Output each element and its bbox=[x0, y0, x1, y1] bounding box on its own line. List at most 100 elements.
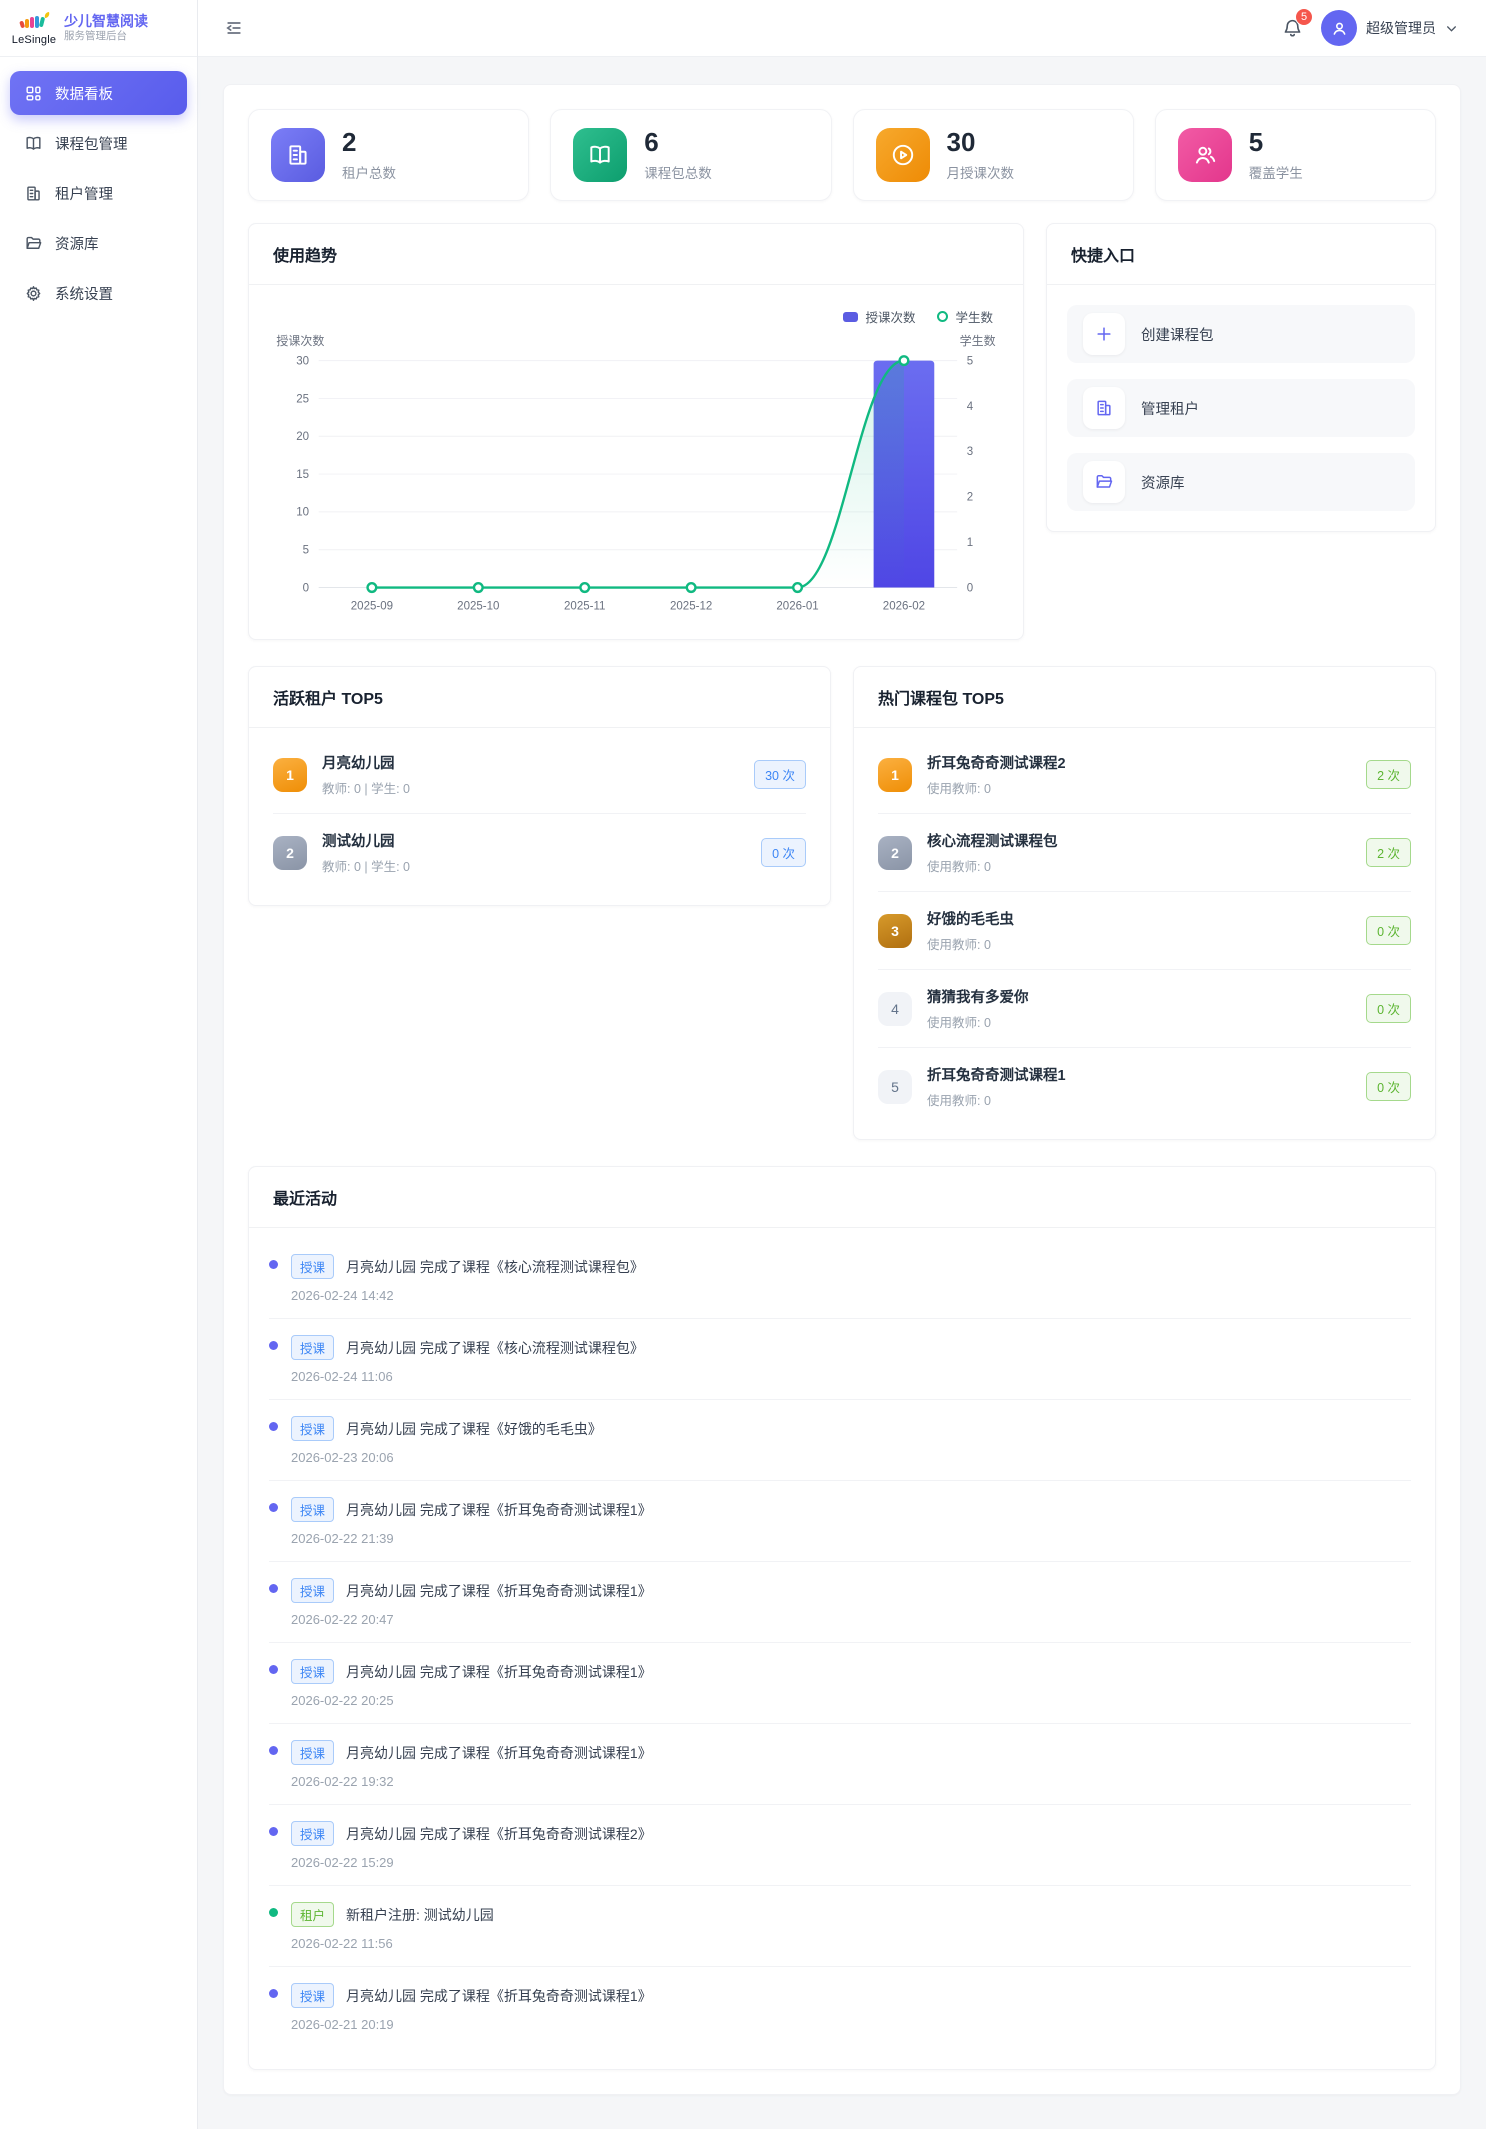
legend-item-lessons[interactable]: 授课次数 bbox=[843, 307, 915, 326]
sidebar-collapse-button[interactable] bbox=[220, 14, 248, 42]
sidebar-item-label: 资源库 bbox=[55, 233, 99, 254]
svg-text:3: 3 bbox=[967, 446, 973, 458]
activity-time: 2026-02-22 15:29 bbox=[291, 1855, 1411, 1870]
hot-courses-card: 热门课程包 TOP5 1 折耳兔奇奇测试课程2 使用教师: 0 2 次 bbox=[853, 666, 1436, 1140]
sidebar-item-label: 数据看板 bbox=[55, 83, 113, 104]
chart-legend: 授课次数 学生数 bbox=[273, 299, 999, 326]
stat-label: 课程包总数 bbox=[644, 162, 712, 182]
building-icon bbox=[1083, 387, 1125, 429]
activity-text: 月亮幼儿园 完成了课程《核心流程测试课程包》 bbox=[346, 1338, 644, 1358]
topbar: 5 超级管理员 bbox=[198, 0, 1486, 57]
user-icon bbox=[1330, 19, 1349, 38]
notification-count-badge: 5 bbox=[1295, 8, 1313, 26]
activity-text: 月亮幼儿园 完成了课程《折耳兔奇奇测试课程1》 bbox=[346, 1662, 652, 1682]
stat-label: 月授课次数 bbox=[947, 162, 1015, 182]
course-meta: 使用教师: 0 bbox=[927, 778, 1351, 797]
activity-type-badge: 授课 bbox=[291, 1821, 334, 1846]
sidebar-item-course-packages[interactable]: 课程包管理 bbox=[10, 121, 187, 165]
stat-value: 5 bbox=[1249, 128, 1303, 157]
activity-time: 2026-02-22 20:25 bbox=[291, 1693, 1411, 1708]
activity-type-badge: 授课 bbox=[291, 1497, 334, 1522]
activity-type-badge: 授课 bbox=[291, 1659, 334, 1684]
tenant-name: 月亮幼儿园 bbox=[322, 752, 739, 773]
sidebar-item-label: 课程包管理 bbox=[55, 133, 128, 154]
stat-card-students: 5 覆盖学生 bbox=[1155, 109, 1436, 201]
quick-entry-manage-tenants[interactable]: 管理租户 bbox=[1067, 379, 1415, 437]
activity-text: 月亮幼儿园 完成了课程《好饿的毛毛虫》 bbox=[346, 1419, 602, 1439]
activity-text: 月亮幼儿园 完成了课程《折耳兔奇奇测试课程1》 bbox=[346, 1500, 652, 1520]
rank-badge: 2 bbox=[878, 836, 912, 870]
activity-text: 月亮幼儿园 完成了课程《折耳兔奇奇测试课程2》 bbox=[346, 1824, 652, 1844]
activity-row: 授课 月亮幼儿园 完成了课程《折耳兔奇奇测试课程1》 2026-02-22 21… bbox=[269, 1481, 1411, 1562]
user-menu[interactable]: 超级管理员 bbox=[1321, 10, 1458, 46]
course-name: 折耳兔奇奇测试课程2 bbox=[927, 752, 1351, 773]
stat-value: 6 bbox=[644, 128, 712, 157]
active-tenants-card: 活跃租户 TOP5 1 月亮幼儿园 教师: 0 | 学生: 0 30 次 bbox=[248, 666, 831, 906]
tenant-meta: 教师: 0 | 学生: 0 bbox=[322, 856, 746, 875]
legend-item-students[interactable]: 学生数 bbox=[937, 307, 993, 326]
svg-text:0: 0 bbox=[967, 582, 973, 594]
course-name: 好饿的毛毛虫 bbox=[927, 908, 1351, 929]
tenant-list: 1 月亮幼儿园 教师: 0 | 学生: 0 30 次 2 bbox=[249, 728, 830, 905]
users-icon bbox=[1178, 128, 1232, 182]
sidebar-menu: 数据看板 课程包管理 租户管理 资源库 bbox=[0, 57, 197, 329]
svg-text:25: 25 bbox=[296, 393, 309, 405]
card-title: 活跃租户 TOP5 bbox=[273, 691, 383, 708]
rank-badge: 1 bbox=[878, 758, 912, 792]
rank-badge: 5 bbox=[878, 1070, 912, 1104]
course-row: 5 折耳兔奇奇测试课程1 使用教师: 0 0 次 bbox=[878, 1048, 1411, 1125]
plus-icon bbox=[1083, 313, 1125, 355]
svg-text:5: 5 bbox=[303, 545, 309, 557]
sidebar-item-tenants[interactable]: 租户管理 bbox=[10, 171, 187, 215]
activity-type-badge: 授课 bbox=[291, 1578, 334, 1603]
sidebar-item-settings[interactable]: 系统设置 bbox=[10, 271, 187, 315]
legend-label: 授课次数 bbox=[865, 307, 915, 326]
course-row: 4 猜猜我有多爱你 使用教师: 0 0 次 bbox=[878, 970, 1411, 1048]
sidebar-item-label: 系统设置 bbox=[55, 283, 113, 304]
activity-dot-icon bbox=[269, 1584, 278, 1593]
activity-row: 授课 月亮幼儿园 完成了课程《折耳兔奇奇测试课程1》 2026-02-22 20… bbox=[269, 1562, 1411, 1643]
stats-row: 2 租户总数 6 课程包总数 30 月授课次数 bbox=[248, 109, 1436, 201]
rank-badge: 1 bbox=[273, 758, 307, 792]
svg-text:4: 4 bbox=[967, 401, 974, 413]
usage-count-badge: 2 次 bbox=[1366, 838, 1411, 867]
notification-bell[interactable]: 5 bbox=[1279, 15, 1305, 41]
tenant-row: 1 月亮幼儿园 教师: 0 | 学生: 0 30 次 bbox=[273, 736, 806, 814]
activity-row: 授课 月亮幼儿园 完成了课程《好饿的毛毛虫》 2026-02-23 20:06 bbox=[269, 1400, 1411, 1481]
rank-badge: 2 bbox=[273, 836, 307, 870]
activity-type-badge: 授课 bbox=[291, 1416, 334, 1441]
activity-row: 授课 月亮幼儿园 完成了课程《核心流程测试课程包》 2026-02-24 14:… bbox=[269, 1238, 1411, 1319]
sidebar-item-resources[interactable]: 资源库 bbox=[10, 221, 187, 265]
logo-mark-icon: LeSingle bbox=[12, 11, 56, 46]
activity-text: 新租户注册: 测试幼儿园 bbox=[346, 1905, 494, 1925]
recent-activity-card: 最近活动 授课 月亮幼儿园 完成了课程《核心流程测试课程包》 2026-02-2… bbox=[248, 1166, 1436, 2070]
activity-row: 授课 月亮幼儿园 完成了课程《折耳兔奇奇测试课程1》 2026-02-22 19… bbox=[269, 1724, 1411, 1805]
tenant-meta: 教师: 0 | 学生: 0 bbox=[322, 778, 739, 797]
activity-dot-icon bbox=[269, 1989, 278, 1998]
bar-swatch-icon bbox=[843, 312, 858, 322]
activity-time: 2026-02-22 20:47 bbox=[291, 1612, 1411, 1627]
activity-time: 2026-02-23 20:06 bbox=[291, 1450, 1411, 1465]
stat-value: 30 bbox=[947, 128, 1015, 157]
sidebar-item-dashboard[interactable]: 数据看板 bbox=[10, 71, 187, 115]
activity-row: 授课 月亮幼儿园 完成了课程《折耳兔奇奇测试课程1》 2026-02-21 20… bbox=[269, 1967, 1411, 2047]
course-row: 3 好饿的毛毛虫 使用教师: 0 0 次 bbox=[878, 892, 1411, 970]
usage-count-badge: 30 次 bbox=[754, 760, 806, 789]
activity-row: 授课 月亮幼儿园 完成了课程《折耳兔奇奇测试课程2》 2026-02-22 15… bbox=[269, 1805, 1411, 1886]
folder-icon bbox=[1083, 461, 1125, 503]
course-meta: 使用教师: 0 bbox=[927, 934, 1351, 953]
activity-text: 月亮幼儿园 完成了课程《折耳兔奇奇测试课程1》 bbox=[346, 1743, 652, 1763]
course-name: 核心流程测试课程包 bbox=[927, 830, 1351, 851]
stat-label: 覆盖学生 bbox=[1249, 162, 1303, 182]
svg-text:2025-09: 2025-09 bbox=[351, 601, 393, 613]
quick-entry-create-course[interactable]: 创建课程包 bbox=[1067, 305, 1415, 363]
usage-count-badge: 0 次 bbox=[761, 838, 806, 867]
svg-text:2: 2 bbox=[967, 492, 973, 504]
card-title: 热门课程包 TOP5 bbox=[878, 691, 1004, 708]
stat-card-monthly-lessons: 30 月授课次数 bbox=[853, 109, 1134, 201]
play-icon bbox=[876, 128, 930, 182]
activity-text: 月亮幼儿园 完成了课程《折耳兔奇奇测试课程1》 bbox=[346, 1581, 652, 1601]
app-title: 少儿智慧阅读 bbox=[64, 13, 148, 31]
svg-text:0: 0 bbox=[303, 582, 309, 594]
quick-entry-resources[interactable]: 资源库 bbox=[1067, 453, 1415, 511]
